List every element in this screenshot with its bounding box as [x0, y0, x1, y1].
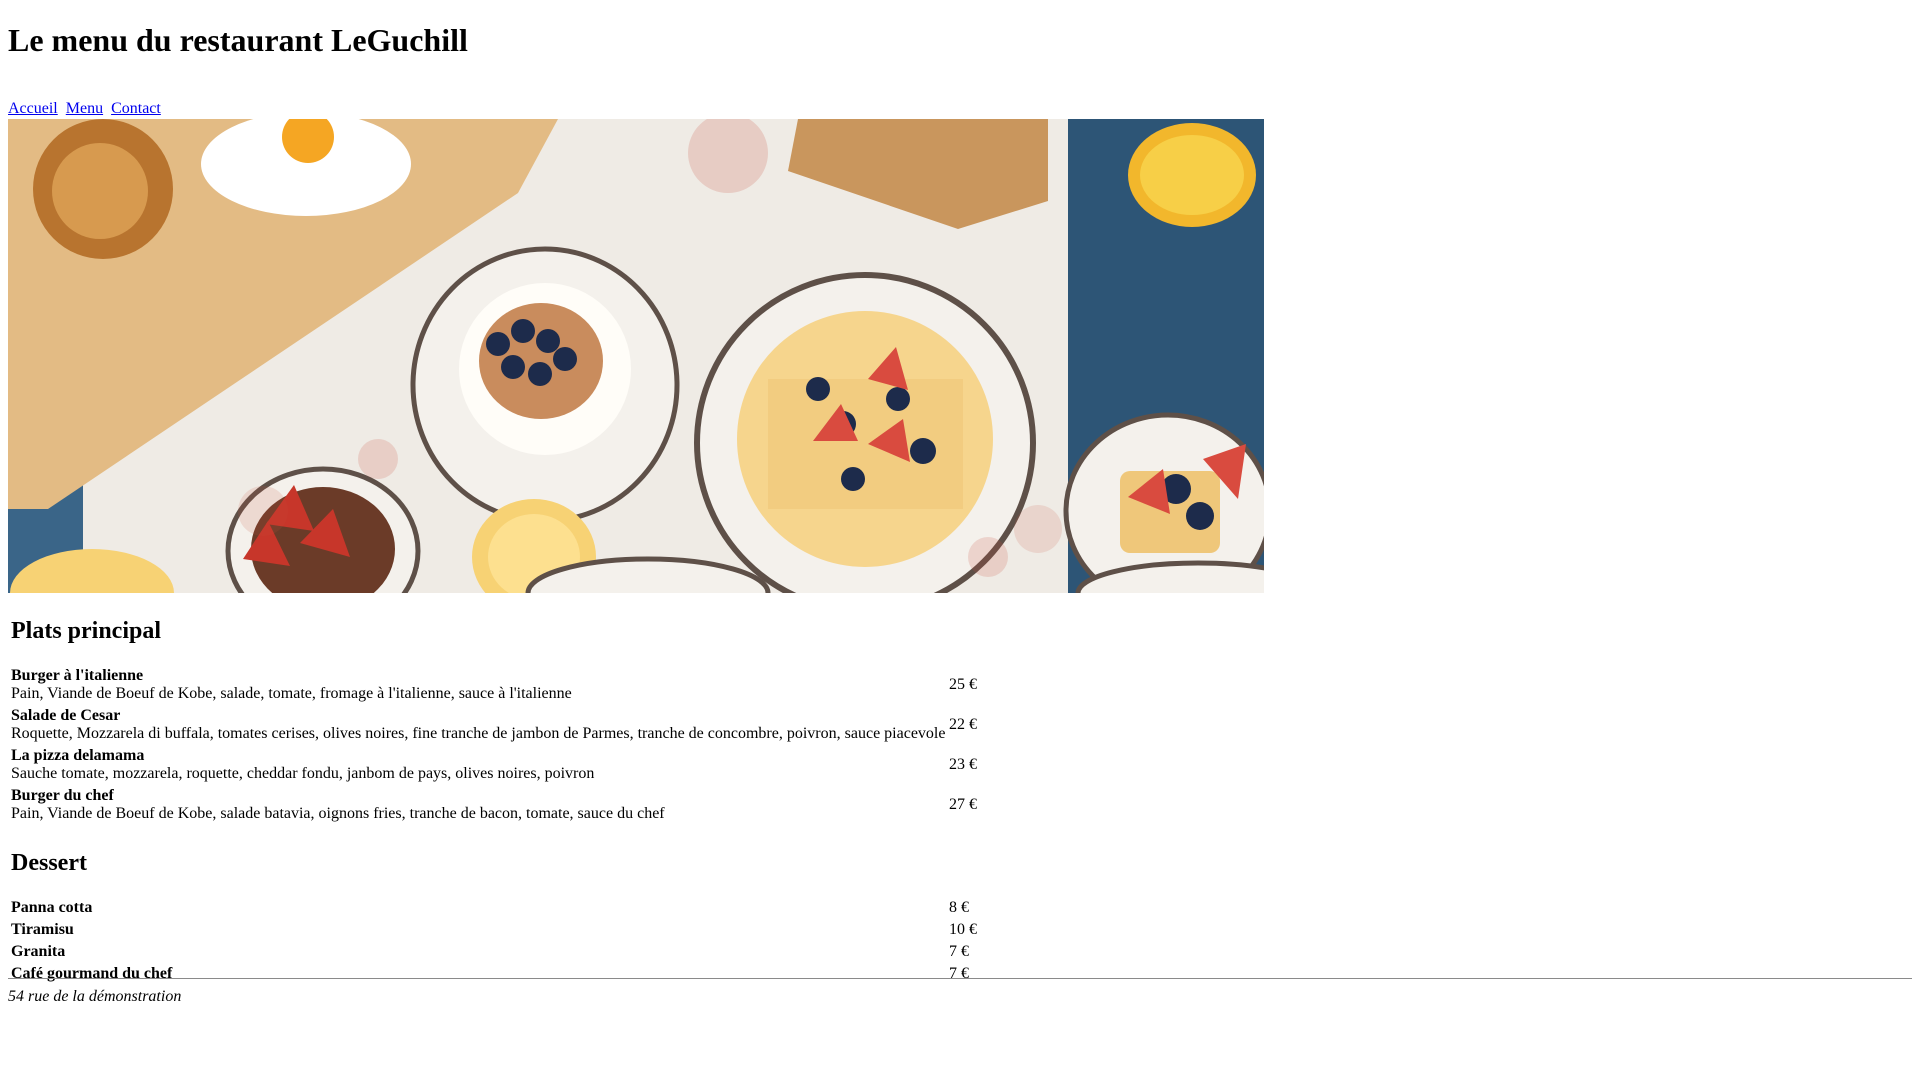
menu-item-price: 25 €	[949, 676, 977, 693]
main-courses-title: Plats principal	[11, 618, 162, 644]
menu-item-name: La pizza delamama	[11, 747, 145, 764]
footer-divider	[8, 978, 1912, 979]
menu-item-price: 22 €	[949, 716, 977, 733]
menu-item-details: Burger du chef Pain, Viande de Boeuf de …	[11, 787, 949, 823]
menu-item-name: Burger à l'italienne	[11, 667, 144, 684]
dessert-item-price: 7 €	[949, 943, 969, 960]
menu-item: Salade de Cesar Roquette, Mozzarela di b…	[11, 705, 979, 745]
dessert-item: Café gourmand du chef 7 €	[11, 963, 979, 985]
dessert-item-price: 8 €	[949, 899, 969, 916]
dessert-item-name: Panna cotta	[11, 899, 93, 916]
dessert-item-price: 10 €	[949, 921, 977, 938]
desserts-title: Dessert	[11, 850, 87, 876]
dessert-item-details: Granita	[11, 943, 949, 961]
dessert-item: Granita 7 €	[11, 941, 979, 963]
main-courses-list: Burger à l'italienne Pain, Viande de Boe…	[11, 665, 991, 825]
menu-item-description: Pain, Viande de Boeuf de Kobe, salade ba…	[11, 805, 665, 822]
menu-item: Burger à l'italienne Pain, Viande de Boe…	[11, 665, 979, 705]
menu-item-price: 27 €	[949, 796, 977, 813]
main-navigation: Accueil Menu Contact	[8, 99, 1912, 119]
nav-link-accueil[interactable]: Accueil	[8, 100, 58, 117]
nav-link-menu[interactable]: Menu	[66, 100, 103, 117]
main-courses-section: Plats principal Burger à l'italienne Pai…	[11, 617, 991, 825]
dessert-item: Tiramisu 10 €	[11, 919, 979, 941]
hero-image	[8, 119, 1264, 593]
dessert-item-name: Café gourmand du chef	[11, 965, 173, 982]
dessert-item-name: Tiramisu	[11, 921, 74, 938]
dessert-item-details: Café gourmand du chef	[11, 965, 949, 983]
menu-item-description: Roquette, Mozzarela di buffala, tomates …	[11, 725, 946, 742]
menu-item-price: 23 €	[949, 756, 977, 773]
menu-item-details: Salade de Cesar Roquette, Mozzarela di b…	[11, 707, 949, 743]
dessert-item: Panna cotta 8 €	[11, 897, 979, 919]
nav-link-contact[interactable]: Contact	[111, 100, 161, 117]
menu-item-description: Pain, Viande de Boeuf de Kobe, salade, t…	[11, 685, 572, 702]
desserts-section: Dessert Panna cotta 8 € Tiramisu 10 € Gr…	[11, 849, 991, 985]
dessert-item-name: Granita	[11, 943, 66, 960]
dessert-item-details: Panna cotta	[11, 899, 949, 917]
menu-item-name: Burger du chef	[11, 787, 114, 804]
dessert-item-details: Tiramisu	[11, 921, 949, 939]
page: Le menu du restaurant LeGuchill Accueil …	[0, 0, 1920, 1080]
menu-item: La pizza delamama Sauche tomate, mozzare…	[11, 745, 979, 785]
page-title: Le menu du restaurant LeGuchill	[8, 22, 468, 58]
menu-item-details: Burger à l'italienne Pain, Viande de Boe…	[11, 667, 949, 703]
menu-item-description: Sauche tomate, mozzarela, roquette, ched…	[11, 765, 595, 782]
menu-item-name: Salade de Cesar	[11, 707, 121, 724]
menu-item: Burger du chef Pain, Viande de Boeuf de …	[11, 785, 979, 825]
dessert-item-price: 7 €	[949, 965, 969, 982]
desserts-list: Panna cotta 8 € Tiramisu 10 € Granita 7 …	[11, 897, 991, 985]
menu-item-details: La pizza delamama Sauche tomate, mozzare…	[11, 747, 949, 783]
breakfast-photo-illustration	[8, 119, 1264, 593]
footer-address: 54 rue de la démonstration	[8, 988, 182, 1005]
